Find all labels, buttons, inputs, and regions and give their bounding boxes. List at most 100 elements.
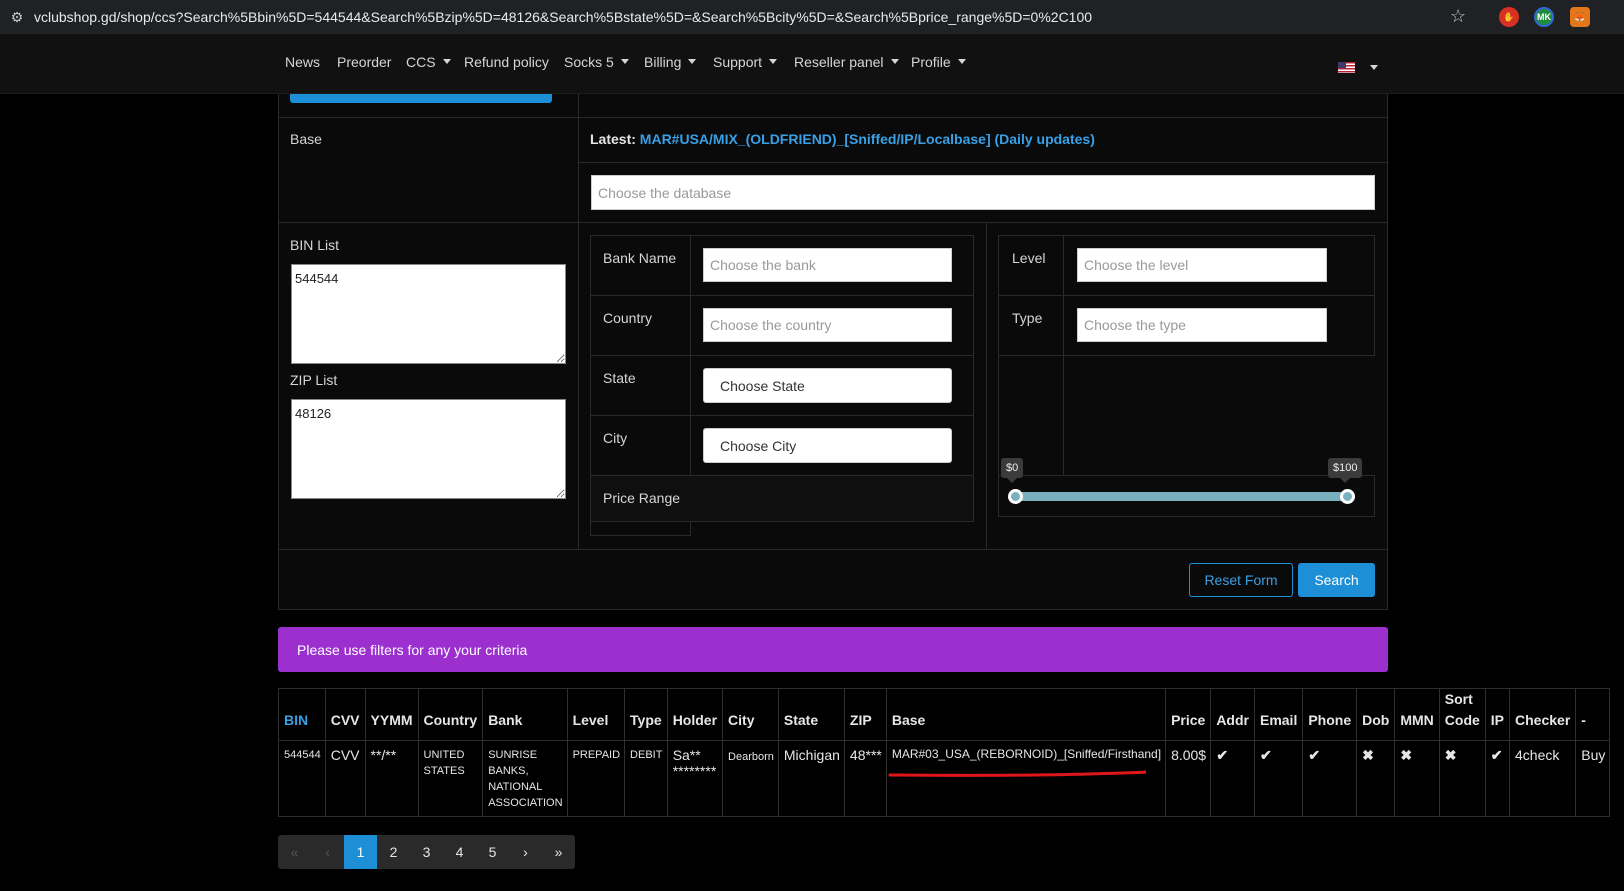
nav-preorder[interactable]: Preorder [337, 54, 391, 70]
browser-address-bar: ⚙ vclubshop.gd/shop/ccs?Search%5Bbin%5D=… [0, 0, 1624, 34]
extension-mk-icon[interactable]: MK [1534, 7, 1554, 27]
email-check-icon: ✔ [1253, 740, 1304, 817]
cell-zip: 48*** [843, 740, 887, 817]
col-checker: Checker [1509, 688, 1577, 741]
state-label: State [603, 370, 636, 386]
zip-list-textarea[interactable] [291, 399, 566, 499]
cell-type: DEBIT [624, 740, 668, 817]
country-label: Country [603, 310, 653, 326]
nav-news[interactable]: News [285, 54, 320, 70]
search-button[interactable]: Search [1298, 563, 1375, 597]
price-max-handle[interactable] [1340, 489, 1355, 504]
database-select[interactable]: Choose the database [591, 175, 1375, 210]
chevron-down-icon [442, 59, 451, 64]
extension-stop-icon[interactable]: ✋ [1499, 7, 1519, 27]
nav-socks5[interactable]: Socks 5 [564, 54, 629, 70]
page-first[interactable]: « [278, 835, 311, 869]
base-label: Base [290, 131, 322, 147]
col-email: Email [1253, 688, 1304, 741]
nav-reseller-label: Reseller panel [794, 54, 884, 70]
cell-yymm: **/** [364, 740, 419, 817]
bank-name-label: Bank Name [603, 250, 677, 266]
page-last[interactable]: » [542, 835, 575, 869]
cell-cvv: CVV [324, 740, 366, 817]
page-2[interactable]: 2 [377, 835, 410, 869]
nav-ccs[interactable]: CCS [406, 54, 451, 70]
chevron-down-icon [957, 59, 966, 64]
url-text[interactable]: vclubshop.gd/shop/ccs?Search%5Bbin%5D=54… [34, 9, 1092, 25]
us-flag-icon[interactable] [1338, 62, 1355, 73]
nav-socks5-label: Socks 5 [564, 54, 614, 70]
price-min-handle[interactable] [1008, 489, 1023, 504]
cell-checker[interactable]: 4check [1509, 740, 1577, 817]
mmn-cross-icon: ✖ [1394, 740, 1440, 817]
red-underline-annotation [888, 770, 1146, 777]
page-1[interactable]: 1 [344, 835, 377, 869]
chevron-down-icon [890, 59, 899, 64]
col-bin[interactable]: BIN [278, 688, 326, 741]
price-range-label: Price Range [603, 490, 681, 506]
cell-country: UNITED STATES [417, 740, 484, 817]
tab-indicator [290, 94, 552, 103]
nav-profile[interactable]: Profile [911, 54, 966, 70]
cell-level: PREPAID [566, 740, 626, 817]
col-phone: Phone [1302, 688, 1358, 741]
page-next[interactable]: › [509, 835, 542, 869]
base-label-cell [278, 117, 579, 223]
reset-form-button[interactable]: Reset Form [1189, 563, 1293, 597]
nav-billing[interactable]: Billing [644, 54, 697, 70]
table-row: 544544 CVV **/** UNITED STATES SUNRISE B… [278, 740, 1611, 817]
site-nav: News Preorder CCS Refund policy Socks 5 … [0, 34, 1624, 94]
nav-ccs-label: CCS [406, 54, 436, 70]
city-select[interactable]: Choose City [703, 428, 952, 463]
type-label: Type [1012, 310, 1043, 326]
page-5[interactable]: 5 [476, 835, 509, 869]
col-bank: Bank [482, 688, 568, 741]
bookmark-star-icon[interactable]: ☆ [1450, 6, 1466, 27]
country-select[interactable]: Choose the country [703, 308, 952, 342]
extension-mk-label: MK [1537, 12, 1551, 22]
latest-prefix: Latest: [590, 131, 636, 147]
level-select[interactable]: Choose the level [1077, 248, 1327, 282]
state-select[interactable]: Choose State [703, 368, 952, 403]
nav-support[interactable]: Support [713, 54, 778, 70]
col-state: State [777, 688, 845, 741]
bin-list-textarea[interactable] [291, 264, 566, 364]
cell-base: MAR#03_USA_(REBORNOID)_[Sniffed/Firsthan… [885, 740, 1167, 817]
right-label-col [998, 235, 1064, 476]
col-yymm: YYMM [364, 688, 419, 741]
nav-refund-policy[interactable]: Refund policy [464, 54, 549, 70]
language-chevron-down-icon[interactable] [1370, 65, 1378, 70]
table-header-row: BIN CVV YYMM Country Bank Level Type Hol… [278, 688, 1611, 741]
col-holder: Holder [666, 688, 724, 741]
level-label: Level [1012, 250, 1046, 266]
page-prev[interactable]: ‹ [311, 835, 344, 869]
col-base: Base [885, 688, 1167, 741]
col-zip: ZIP [843, 688, 887, 741]
page-3[interactable]: 3 [410, 835, 443, 869]
latest-base-link[interactable]: MAR#USA/MIX_(OLDFRIEND)_[Sniffed/IP/Loca… [640, 131, 1095, 147]
zip-list-label: ZIP List [290, 372, 338, 388]
col-ip: IP [1484, 688, 1511, 741]
nav-profile-label: Profile [911, 54, 951, 70]
metamask-fox-icon[interactable]: 🦊 [1570, 7, 1590, 27]
col-dob: Dob [1356, 688, 1396, 741]
chevron-down-icon [688, 59, 697, 64]
col-sort-code: Sort Code [1438, 688, 1486, 741]
col-cvv: CVV [324, 688, 366, 741]
nav-reseller-panel[interactable]: Reseller panel [794, 54, 899, 70]
top-spacer-cell [578, 94, 1388, 118]
cell-city: Dearborn [722, 740, 779, 817]
buy-link[interactable]: Buy [1575, 740, 1611, 817]
ip-check-icon: ✔ [1484, 740, 1511, 817]
cell-state: Michigan [777, 740, 845, 817]
type-select[interactable]: Choose the type [1077, 308, 1327, 342]
price-range-slider[interactable] [1015, 492, 1347, 501]
col-type: Type [624, 688, 668, 741]
nav-billing-label: Billing [644, 54, 682, 70]
bank-select[interactable]: Choose the bank [703, 248, 952, 282]
site-info-icon[interactable]: ⚙ [0, 0, 34, 34]
dob-cross-icon: ✖ [1356, 740, 1396, 817]
col-action: - [1575, 688, 1611, 741]
page-4[interactable]: 4 [443, 835, 476, 869]
